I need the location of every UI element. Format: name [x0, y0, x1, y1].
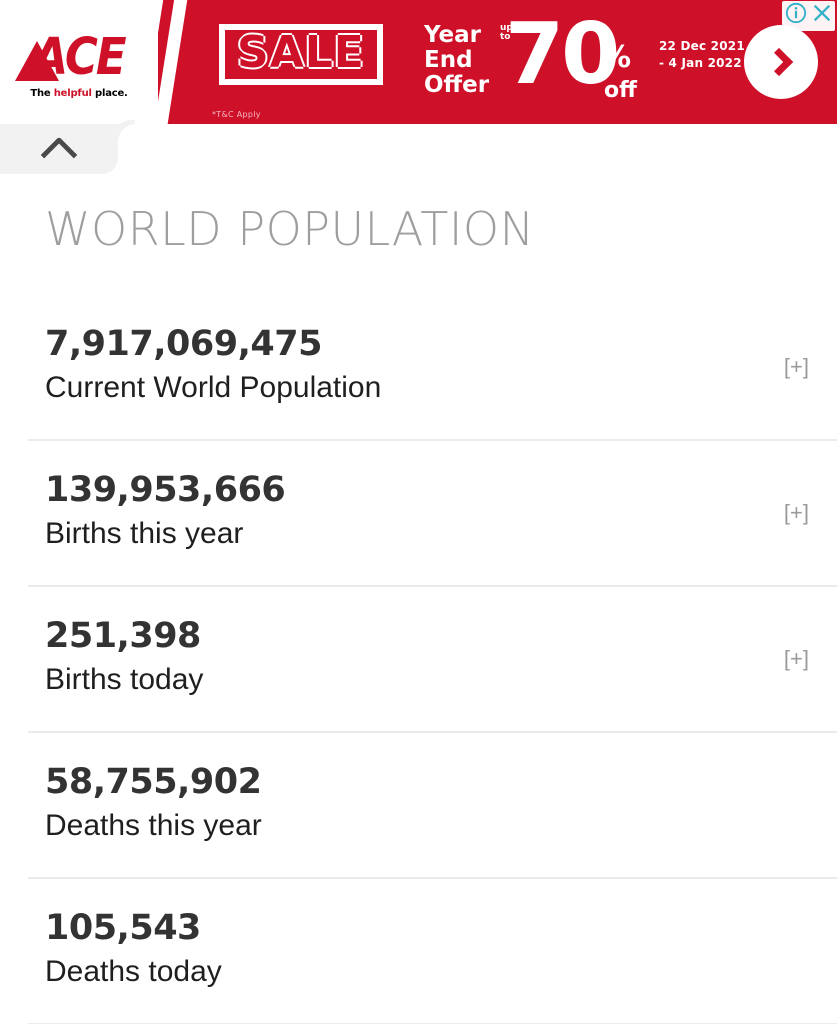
ace-tagline-highlight: helpful — [53, 88, 92, 99]
counter-texts: 58,755,902 Deaths this year — [45, 762, 770, 847]
sale-badge: SALE — [219, 24, 383, 85]
offer-line-1: Year — [424, 22, 482, 48]
close-icon[interactable] — [811, 2, 833, 29]
discount-percent-sign: % — [601, 40, 632, 75]
ace-tagline: The helpful place. — [30, 88, 128, 99]
adchoices-info-icon[interactable] — [785, 2, 807, 29]
offer-line-2: End — [424, 47, 473, 73]
collapse-strip — [0, 124, 837, 182]
ace-logo-panel: ACE The helpful place. — [0, 0, 158, 124]
sale-fineprint: *T&C Apply — [212, 110, 261, 119]
offer-date-start: 22 Dec 2021 — [659, 39, 745, 53]
sale-label: SALE — [237, 27, 365, 78]
counter-texts: 105,543 Deaths today — [45, 908, 770, 993]
ace-wordmark: ACE — [33, 26, 126, 86]
counter-row[interactable]: 139,953,666 Births this year [+] — [0, 441, 837, 585]
counter-label: Deaths today — [45, 955, 222, 989]
counter-value: 251,398 — [45, 616, 201, 657]
ace-logo-icon: ACE — [9, 25, 149, 87]
counter-label: Deaths this year — [45, 809, 262, 843]
counter-label: Births today — [45, 663, 204, 697]
advertisement-banner[interactable]: ACE The helpful place. SALE *T&C Apply Y… — [0, 0, 837, 124]
main-content: WORLD POPULATION 7,917,069,475 Current Wo… — [0, 204, 837, 1024]
ace-tagline-suffix: place. — [91, 88, 128, 99]
counter-value: 58,755,902 — [45, 762, 262, 803]
collapse-ad-button[interactable] — [0, 124, 118, 174]
counter-expand-button[interactable]: [+] — [770, 354, 809, 380]
counter-value: 7,917,069,475 — [45, 324, 322, 365]
ace-tagline-prefix: The — [30, 88, 54, 99]
counter-row[interactable]: 105,543Deaths today[+] — [0, 879, 837, 1023]
counter-row[interactable]: 251,398 Births today [+] — [0, 587, 837, 731]
ad-controls — [782, 1, 835, 31]
counter-texts: 139,953,666 Births this year — [45, 470, 770, 555]
offer-date-end: - 4 Jan 2022 — [659, 56, 742, 70]
counter-value: 105,543 — [45, 908, 201, 949]
year-end-offer-text: Year End Offer — [424, 23, 489, 98]
counter-label: Current World Population — [45, 371, 382, 405]
counter-row[interactable]: 58,755,902Deaths this year[+] — [0, 733, 837, 877]
collapse-tab-corner — [118, 124, 140, 150]
page-title: WORLD POPULATION — [45, 202, 535, 256]
counter-row[interactable]: 7,917,069,475 Current World Population [+] — [0, 295, 837, 439]
counter-texts: 7,917,069,475 Current World Population — [45, 324, 770, 409]
counter-texts: 251,398 Births today — [45, 616, 770, 701]
chevron-right-icon — [764, 47, 793, 77]
counter-value: 139,953,666 — [45, 470, 286, 511]
discount-off-label: off — [604, 78, 637, 103]
ad-cta-button[interactable] — [744, 25, 818, 99]
chevron-up-icon — [40, 136, 78, 174]
offer-line-3: Offer — [424, 72, 490, 98]
counter-expand-button[interactable]: [+] — [770, 646, 809, 672]
counter-label: Births this year — [45, 517, 244, 551]
counter-list: 7,917,069,475 Current World Population [+]… — [0, 295, 837, 1024]
offer-dates: 22 Dec 2021 - 4 Jan 2022 — [659, 38, 745, 72]
counter-expand-button[interactable]: [+] — [770, 500, 809, 526]
